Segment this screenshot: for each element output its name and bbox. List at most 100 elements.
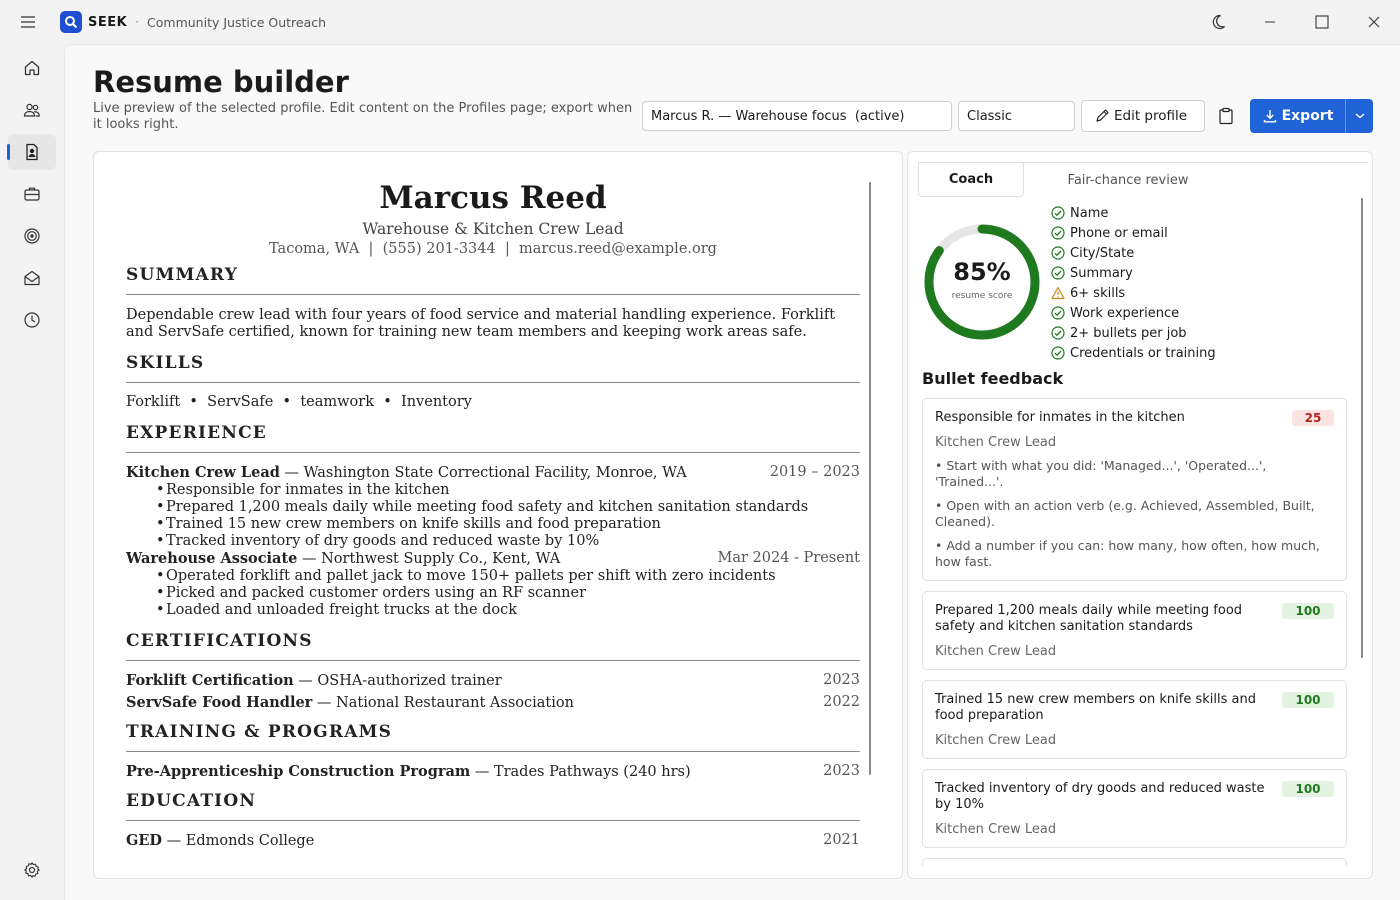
app-subtitle: Community Justice Outreach — [147, 14, 327, 30]
navigation-rail — [0, 44, 64, 900]
bullet-feedback-list: Responsible for inmates in the kitchen 25… — [922, 398, 1347, 866]
bullet-feedback-card[interactable]: Tracked inventory of dry goods and reduc… — [922, 769, 1347, 848]
profile-select[interactable]: Marcus R. — Warehouse focus (active) — [642, 101, 952, 131]
export-main[interactable]: Export — [1250, 99, 1345, 133]
education-year: 2021 — [823, 832, 860, 848]
nav-resume-builder[interactable] — [7, 134, 56, 170]
experience-list: Kitchen Crew Lead — Washington State Cor… — [126, 464, 860, 619]
section-experience-heading: EXPERIENCE — [126, 423, 860, 453]
history-icon — [24, 312, 40, 328]
cert-year: 2022 — [823, 694, 860, 710]
edit-profile-button[interactable]: Edit profile — [1081, 100, 1205, 132]
resume-contact: Tacoma, WA | (555) 201-3344 | marcus.ree… — [269, 241, 717, 257]
bullet-feedback-card[interactable]: Responsible for inmates in the kitchen 25… — [922, 398, 1347, 581]
card-role: Kitchen Crew Lead — [935, 644, 1057, 659]
card-bullet-text: Trained 15 new crew members on knife ski… — [935, 692, 1256, 723]
cert-name: ServSafe Food Handler — [126, 694, 313, 711]
training-org: — Trades Pathways (240 hrs) — [470, 764, 691, 780]
card-header: Trained 15 new crew members on knife ski… — [935, 692, 1334, 724]
template-select[interactable]: Classic — [958, 101, 1075, 131]
checklist-label: Phone or email — [1070, 225, 1168, 241]
coach-panel: Coach Fair-chance review 85% resume scor… — [907, 151, 1373, 879]
resume-scrollbar[interactable] — [869, 182, 871, 775]
nav-settings[interactable] — [8, 852, 56, 888]
bullet-text: Loaded and unloaded freight trucks at th… — [166, 602, 518, 618]
nav-jobs[interactable] — [8, 176, 56, 212]
job-bullet: Responsible for inmates in the kitchen — [126, 482, 860, 499]
dark-mode-icon[interactable] — [1192, 0, 1244, 44]
card-tip: • Add a number if you can: how many, how… — [935, 538, 1320, 569]
checklist-item: Name — [1051, 203, 1216, 223]
checklist-item: Credentials or training — [1051, 343, 1216, 363]
tab-fair-chance-review[interactable]: Fair-chance review — [1048, 163, 1208, 197]
title-bar: SEEK · Community Justice Outreach — [0, 0, 1400, 44]
bullet-feedback-title: Bullet feedback — [922, 369, 1064, 388]
people-icon — [23, 103, 40, 117]
score-value: 85% — [953, 258, 1011, 286]
bullet-score-badge: 100 — [1282, 603, 1334, 619]
card-bullet-text: Tracked inventory of dry goods and reduc… — [935, 781, 1265, 812]
training-list: Pre-Apprenticeship Construction Program … — [126, 761, 860, 783]
checklist-label: Name — [1070, 205, 1109, 221]
checklist-item: City/State — [1051, 243, 1216, 263]
training-row: Pre-Apprenticeship Construction Program … — [126, 761, 860, 783]
bullet-text: Operated forklift and pallet jack to mov… — [166, 568, 776, 584]
close-icon[interactable] — [1348, 0, 1400, 44]
checklist-item: 6+ skills — [1051, 283, 1216, 303]
job-bullet: Operated forklift and pallet jack to mov… — [126, 568, 860, 585]
section-certifications-heading: CERTIFICATIONS — [126, 631, 860, 661]
card-header: Responsible for inmates in the kitchen 25 — [935, 410, 1334, 426]
cert-row: Forklift Certification — OSHA-authorized… — [126, 670, 860, 692]
job-bullet: Picked and packed customer orders using … — [126, 585, 860, 602]
job-dates: 2019 – 2023 — [769, 464, 860, 480]
title-separator: · — [135, 15, 140, 29]
gear-icon — [24, 862, 40, 878]
app-name: SEEK — [88, 14, 128, 30]
mail-icon — [24, 270, 40, 286]
export-button[interactable]: Export — [1250, 99, 1373, 133]
score-label: resume score — [951, 291, 1013, 301]
download-icon — [1263, 110, 1276, 123]
minimize-icon[interactable] — [1244, 0, 1296, 44]
resume-icon — [26, 143, 38, 161]
job-title: Warehouse Associate — [126, 550, 298, 567]
check-circle-icon — [1051, 326, 1065, 340]
maximize-icon[interactable] — [1296, 0, 1348, 44]
nav-history[interactable] — [8, 302, 56, 338]
job-org: — Washington State Correctional Facility… — [279, 465, 687, 481]
job-dates: Mar 2024 - Present — [717, 550, 860, 566]
tab-coach[interactable]: Coach — [918, 163, 1024, 197]
score-checklist: Name Phone or email City/State Summary 6+ sk… — [1051, 203, 1216, 363]
check-circle-icon — [1051, 226, 1065, 240]
bullet-text: Responsible for inmates in the kitchen — [166, 482, 450, 498]
nav-home[interactable] — [8, 50, 56, 86]
bullet-feedback-card[interactable]: Operated forklift and pallet jack to mov… — [922, 858, 1347, 866]
export-dropdown[interactable] — [1345, 99, 1373, 133]
check-circle-icon — [1051, 206, 1065, 220]
coach-scrollbar[interactable] — [1361, 198, 1363, 658]
cert-org: — National Restaurant Association — [312, 695, 574, 711]
training-year: 2023 — [823, 763, 860, 779]
nav-goals[interactable] — [8, 218, 56, 254]
checklist-label: 2+ bullets per job — [1070, 325, 1187, 341]
bullet-feedback-card[interactable]: Prepared 1,200 meals daily while meeting… — [922, 591, 1347, 670]
checklist-label: Summary — [1070, 265, 1133, 281]
menu-icon[interactable] — [0, 0, 56, 44]
profile-select-value: Marcus R. — Warehouse focus (active) — [651, 108, 905, 124]
target-icon — [24, 228, 40, 244]
education-org: — Edmonds College — [162, 833, 315, 848]
bullet-feedback-card[interactable]: Trained 15 new crew members on knife ski… — [922, 680, 1347, 759]
section-education-heading: EDUCATION — [126, 791, 860, 821]
nav-messages[interactable] — [8, 260, 56, 296]
education-row: GED — Edmonds College 2021 — [126, 830, 860, 848]
resume-preview-panel: Marcus Reed Warehouse & Kitchen Crew Lea… — [93, 151, 903, 879]
resume-name: Marcus Reed — [379, 180, 607, 216]
card-role: Kitchen Crew Lead — [935, 822, 1057, 837]
copy-button[interactable] — [1210, 100, 1242, 132]
education-name: GED — [126, 832, 163, 848]
cert-row: ServSafe Food Handler — National Restaur… — [126, 692, 860, 714]
card-tip: • Open with an action verb (e.g. Achieve… — [935, 498, 1315, 529]
card-header: Prepared 1,200 meals daily while meeting… — [935, 603, 1334, 635]
nav-profiles[interactable] — [8, 92, 56, 128]
home-icon — [24, 60, 40, 76]
